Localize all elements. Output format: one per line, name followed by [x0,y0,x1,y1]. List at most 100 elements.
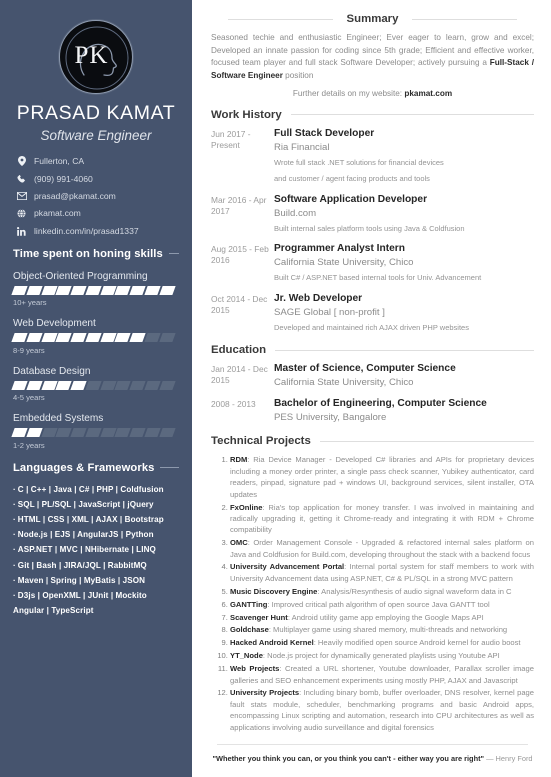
projects-list: RDM: Ria Device Manager - Developed C# l… [211,454,534,732]
skill-segment [85,380,102,390]
education-entry-date: 2008 - 2013 [211,399,256,410]
heading-rule [290,114,534,116]
contact-item-website[interactable]: pkamat.com [16,209,179,218]
work-entry-title: Programmer Analyst Intern [274,243,405,255]
work-history-heading: Work History [211,109,534,121]
work-entry-title: Full Stack Developer [274,127,375,139]
bullet-icon: · [13,484,16,494]
education-entry-title: Bachelor of Engineering, Computer Scienc… [274,398,487,410]
contact-item-location[interactable]: Fullerton, CA [16,156,179,166]
skill-segment [85,285,102,295]
skill-bar [11,380,179,390]
skill-segment [159,380,176,390]
project-name: Music Discovery Engine [230,586,318,596]
heading-rule [160,467,179,469]
footer-quote-text: "Whether you think you can, or you think… [212,753,485,763]
heading-rule [168,253,179,255]
main-content: Summary Seasoned techie and enthusiastic… [192,0,551,777]
project-item: GANTTing: Improved critical path algorit… [230,599,534,610]
work-entry-org: Build.com [274,207,317,219]
envelope-icon [16,192,27,201]
skill-segment [11,428,28,438]
summary-text: Seasoned techie and enthusiastic Enginee… [211,32,534,83]
bullet-icon: · [13,530,16,540]
education-entry-org: PES University, Bangalore [274,412,387,424]
skills-heading-label: Time spent on honing skills [13,247,163,260]
work-entry-date: Mar 2016 - Apr 2017 [211,194,267,216]
footer-quote-source: — Henry Ford [484,753,533,763]
skill-segment [70,285,87,295]
project-item: RDM: Ria Device Manager - Developed C# l… [230,454,534,500]
language-line: · D3js | OpenXML | JUnit | Mockito [13,591,179,600]
skill-item: Embedded Systems 1-2 years [11,413,179,450]
project-name: University Projects [230,688,300,698]
work-history-heading-label: Work History [211,108,282,121]
language-line: · Node.js | EJS | AngularJS | Python [13,530,179,539]
language-text: SQL | PL/SQL | JavaScript | jQuery [17,499,154,509]
contact-item-phone[interactable]: (909) 991-4060 [16,173,179,184]
project-name: GANTTing [230,599,268,609]
summary-text-after: position [282,71,314,81]
skill-years: 10+ years [13,298,47,308]
project-desc: : Order Management Console - Upgraded & … [230,538,534,559]
contact-phone-text: (909) 991-4060 [34,173,93,184]
logo-initials: PK [74,42,109,69]
summary-website-link[interactable]: pkamat.com [404,89,452,98]
language-line: · Git | Bash | JIRA/JQL | RabbitMQ [13,561,179,570]
project-name: Goldchase [230,625,269,635]
skill-segment [26,380,43,390]
work-entry-date: Aug 2015 - Feb 2016 [211,244,269,266]
skill-segment [26,428,43,438]
skill-label: Object-Oriented Programming [13,270,148,282]
skill-segment [11,333,28,343]
language-line: · HTML | CSS | XML | AJAX | Bootstrap [13,515,179,524]
language-text: Maven | Spring | MyBatis | JSON [17,575,146,585]
projects-ordered-list: RDM: Ria Device Manager - Developed C# l… [211,454,534,732]
skill-segment [144,333,161,343]
project-name: RDM [230,455,248,465]
work-entry-desc: Wrote full stack .NET solutions for fina… [274,158,444,168]
project-name: YT_Node [230,651,263,661]
project-item: Scavenger Hunt: Android utility game app… [230,612,534,623]
project-name: Hacked Android Kernel [230,638,314,648]
heading-rule [412,18,518,20]
project-item: Hacked Android Kernel: Heavily modified … [230,637,534,648]
language-text: Git | Bash | JIRA/JQL | RabbitMQ [17,560,147,570]
project-item: Goldchase: Multiplayer game using shared… [230,624,534,635]
project-desc: : Improved critical path algorithm of op… [267,599,490,609]
contact-item-email[interactable]: prasad@pkamat.com [16,192,179,201]
education-heading-label: Education [211,344,267,356]
education-entry-body: Master of Science, Computer Science Cali… [274,363,534,389]
project-name: FxOnline [230,502,263,512]
skill-segment [11,380,28,390]
globe-icon [16,209,27,218]
work-entry-date: Oct 2014 - Dec 2015 [211,293,268,315]
work-entry-org: Ria Financial [274,142,330,154]
project-name: OMC [230,538,248,548]
work-history-section: Work History Jun 2017 - Present Full Sta… [211,109,534,333]
contact-item-linkedin[interactable]: linkedin.com/in/prasad1337 [16,226,179,236]
skill-segment [159,285,176,295]
skill-years: 8-9 years [13,345,45,355]
summary-text-before: Seasoned techie and enthusiastic Enginee… [211,33,534,68]
project-item: FxOnline: Ria's top application for mone… [230,502,534,536]
bullet-icon: · [13,590,16,600]
skill-years: 1-2 years [13,440,45,450]
summary-heading-label: Summary [346,13,399,25]
skill-segment [85,333,102,343]
language-text: D3js | OpenXML | JUnit | Mockito [17,590,147,600]
skill-segment [11,285,28,295]
heading-rule [227,18,333,20]
skill-years: 4-5 years [13,393,45,403]
brand-logo: PK [59,20,133,94]
candidate-role: Software Engineer [40,128,152,143]
skills-heading: Time spent on honing skills [13,248,179,260]
project-desc: : Node.js project for dynamically genera… [262,651,500,661]
language-text: ASP.NET | MVC | NHibernate | LINQ [17,545,156,555]
work-entry-body: Jr. Web Developer SAGE Global [ non-prof… [274,293,534,333]
linkedin-icon [16,226,27,236]
education-entry-date: Jan 2014 - Dec 2015 [211,364,268,386]
project-item: University Advancement Portal: Internal … [230,561,534,584]
skill-segment [70,380,87,390]
project-desc: : Android utility game app employing the… [287,612,484,622]
